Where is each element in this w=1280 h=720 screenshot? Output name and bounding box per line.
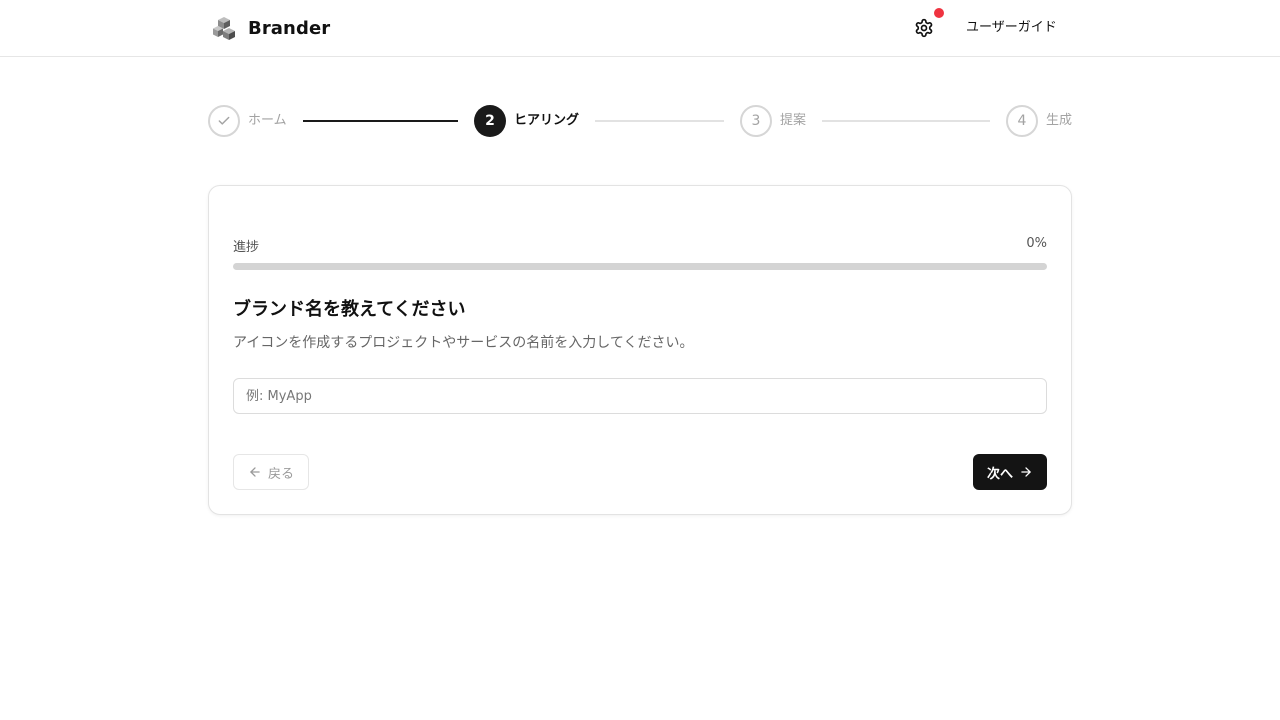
- back-button[interactable]: 戻る: [233, 454, 309, 490]
- user-guide-link[interactable]: ユーザーガイド: [952, 16, 1071, 40]
- step-2-label: ヒアリング: [514, 113, 580, 128]
- progress-bar: [233, 263, 1047, 270]
- check-icon: [217, 114, 231, 128]
- next-button[interactable]: 次へ: [973, 454, 1047, 490]
- settings-button[interactable]: [910, 14, 938, 42]
- brand-name-input[interactable]: [233, 378, 1047, 414]
- progress-value: 0%: [1026, 236, 1047, 251]
- progress-stepper: ホーム 2 ヒアリング 3 提案 4 生成: [208, 105, 1072, 137]
- step-3-circle: 3: [740, 105, 772, 137]
- step-2-circle: 2: [474, 105, 506, 137]
- brand[interactable]: Brander: [212, 15, 330, 41]
- step-connector-1: [303, 120, 458, 122]
- cube-stack-logo-icon: [212, 15, 236, 41]
- step-connector-2: [595, 120, 724, 122]
- app-header: Brander ユーザーガイド: [0, 0, 1280, 57]
- notification-dot: [934, 8, 944, 18]
- brand-name: Brander: [248, 17, 331, 39]
- step-4-circle: 4: [1006, 105, 1038, 137]
- progress-label: 進捗: [233, 240, 260, 255]
- gear-icon: [914, 18, 934, 38]
- step-3-label: 提案: [780, 113, 807, 128]
- arrow-left-icon: [248, 465, 262, 479]
- question-card: 進捗 0% ブランド名を教えてください アイコンを作成するプロジェクトやサービス…: [208, 185, 1072, 515]
- step-connector-3: [822, 120, 990, 122]
- step-1-circle[interactable]: [208, 105, 240, 137]
- question-title: ブランド名を教えてください: [233, 299, 466, 320]
- step-4-label: 生成: [1046, 113, 1073, 128]
- arrow-right-icon: [1019, 465, 1033, 479]
- next-button-label: 次へ: [986, 466, 1013, 482]
- step-1-label[interactable]: ホーム: [248, 112, 287, 130]
- back-button-label: 戻る: [267, 466, 294, 482]
- question-description: アイコンを作成するプロジェクトやサービスの名前を入力してください。: [233, 335, 694, 351]
